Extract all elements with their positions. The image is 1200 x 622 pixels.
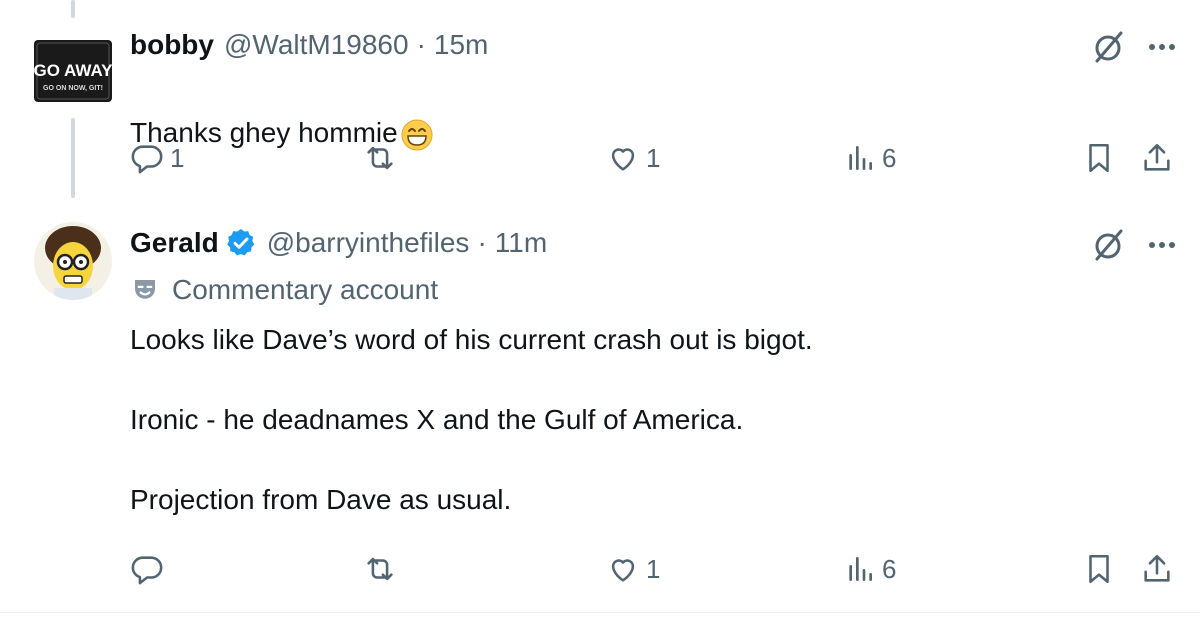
- more-icon[interactable]: [1142, 27, 1182, 67]
- share-icon: [1144, 143, 1170, 171]
- repost-icon: [367, 146, 393, 170]
- reply-button[interactable]: 1: [130, 136, 184, 180]
- tweet-header: bobby @WaltM19860 · 15m: [130, 28, 488, 62]
- separator-dot: ·: [416, 29, 426, 60]
- tweet-actions: 1 6: [130, 547, 1180, 591]
- share-button[interactable]: [1140, 547, 1174, 591]
- repost-icon: [367, 557, 393, 581]
- tweet-text: Looks like Dave’s word of his current cr…: [130, 324, 813, 515]
- commentary-mask-icon: [135, 280, 155, 299]
- author-name[interactable]: bobby: [130, 28, 214, 62]
- avatar-text-main: GO AWAY: [34, 61, 112, 80]
- author-handle[interactable]: @WaltM19860: [224, 28, 409, 62]
- views-icon: [849, 146, 872, 170]
- more-icon[interactable]: [1142, 225, 1182, 265]
- avatar-text-sub: GO ON NOW, GIT!: [43, 85, 103, 92]
- like-button[interactable]: 1: [606, 547, 660, 591]
- tweet-time[interactable]: 11m: [495, 226, 547, 260]
- commentary-label: Commentary account: [130, 274, 438, 306]
- reply-icon: [131, 556, 163, 585]
- tweet-top-icons: [1088, 225, 1182, 265]
- separator-dot: ·: [477, 227, 487, 258]
- bookmark-icon: [1089, 554, 1109, 584]
- verified-badge-icon[interactable]: [225, 227, 257, 259]
- repost-button[interactable]: [362, 547, 404, 591]
- grok-icon[interactable]: [1088, 27, 1128, 67]
- reply-icon: [131, 145, 163, 174]
- commentary-label-text: Commentary account: [172, 274, 439, 305]
- thread-line-mid: [71, 118, 75, 198]
- author-handle[interactable]: @barryinthefiles: [267, 226, 470, 260]
- like-icon: [611, 148, 635, 171]
- tweet-actions: 1 1 6: [130, 136, 1180, 180]
- thread-line-top: [71, 0, 75, 18]
- like-icon: [611, 559, 635, 582]
- avatar-gerald[interactable]: [34, 222, 112, 300]
- bookmark-button[interactable]: [1082, 547, 1116, 591]
- tweet-time[interactable]: 15m: [434, 28, 488, 62]
- views-count: 6: [882, 553, 897, 584]
- tweet-divider: [0, 612, 1200, 613]
- tweet-header: Gerald @barryinthefiles · 11m: [130, 226, 547, 260]
- grok-icon[interactable]: [1088, 225, 1128, 265]
- bookmark-button[interactable]: [1082, 136, 1116, 180]
- avatar-bobby[interactable]: GO AWAY GO ON NOW, GIT!: [34, 32, 112, 110]
- repost-button[interactable]: [362, 136, 404, 180]
- like-count: 1: [646, 553, 661, 584]
- author-name[interactable]: Gerald: [130, 226, 219, 260]
- reply-count: 1: [170, 142, 185, 173]
- like-count: 1: [646, 142, 661, 173]
- tweet-top-icons: [1088, 27, 1182, 67]
- bookmark-icon: [1089, 143, 1109, 173]
- share-button[interactable]: [1140, 136, 1174, 180]
- views-button[interactable]: 6: [844, 136, 896, 180]
- reply-button[interactable]: [130, 547, 170, 591]
- share-icon: [1144, 554, 1170, 582]
- views-button[interactable]: 6: [844, 547, 896, 591]
- views-count: 6: [882, 142, 897, 173]
- like-button[interactable]: 1: [606, 136, 660, 180]
- views-icon: [849, 557, 872, 581]
